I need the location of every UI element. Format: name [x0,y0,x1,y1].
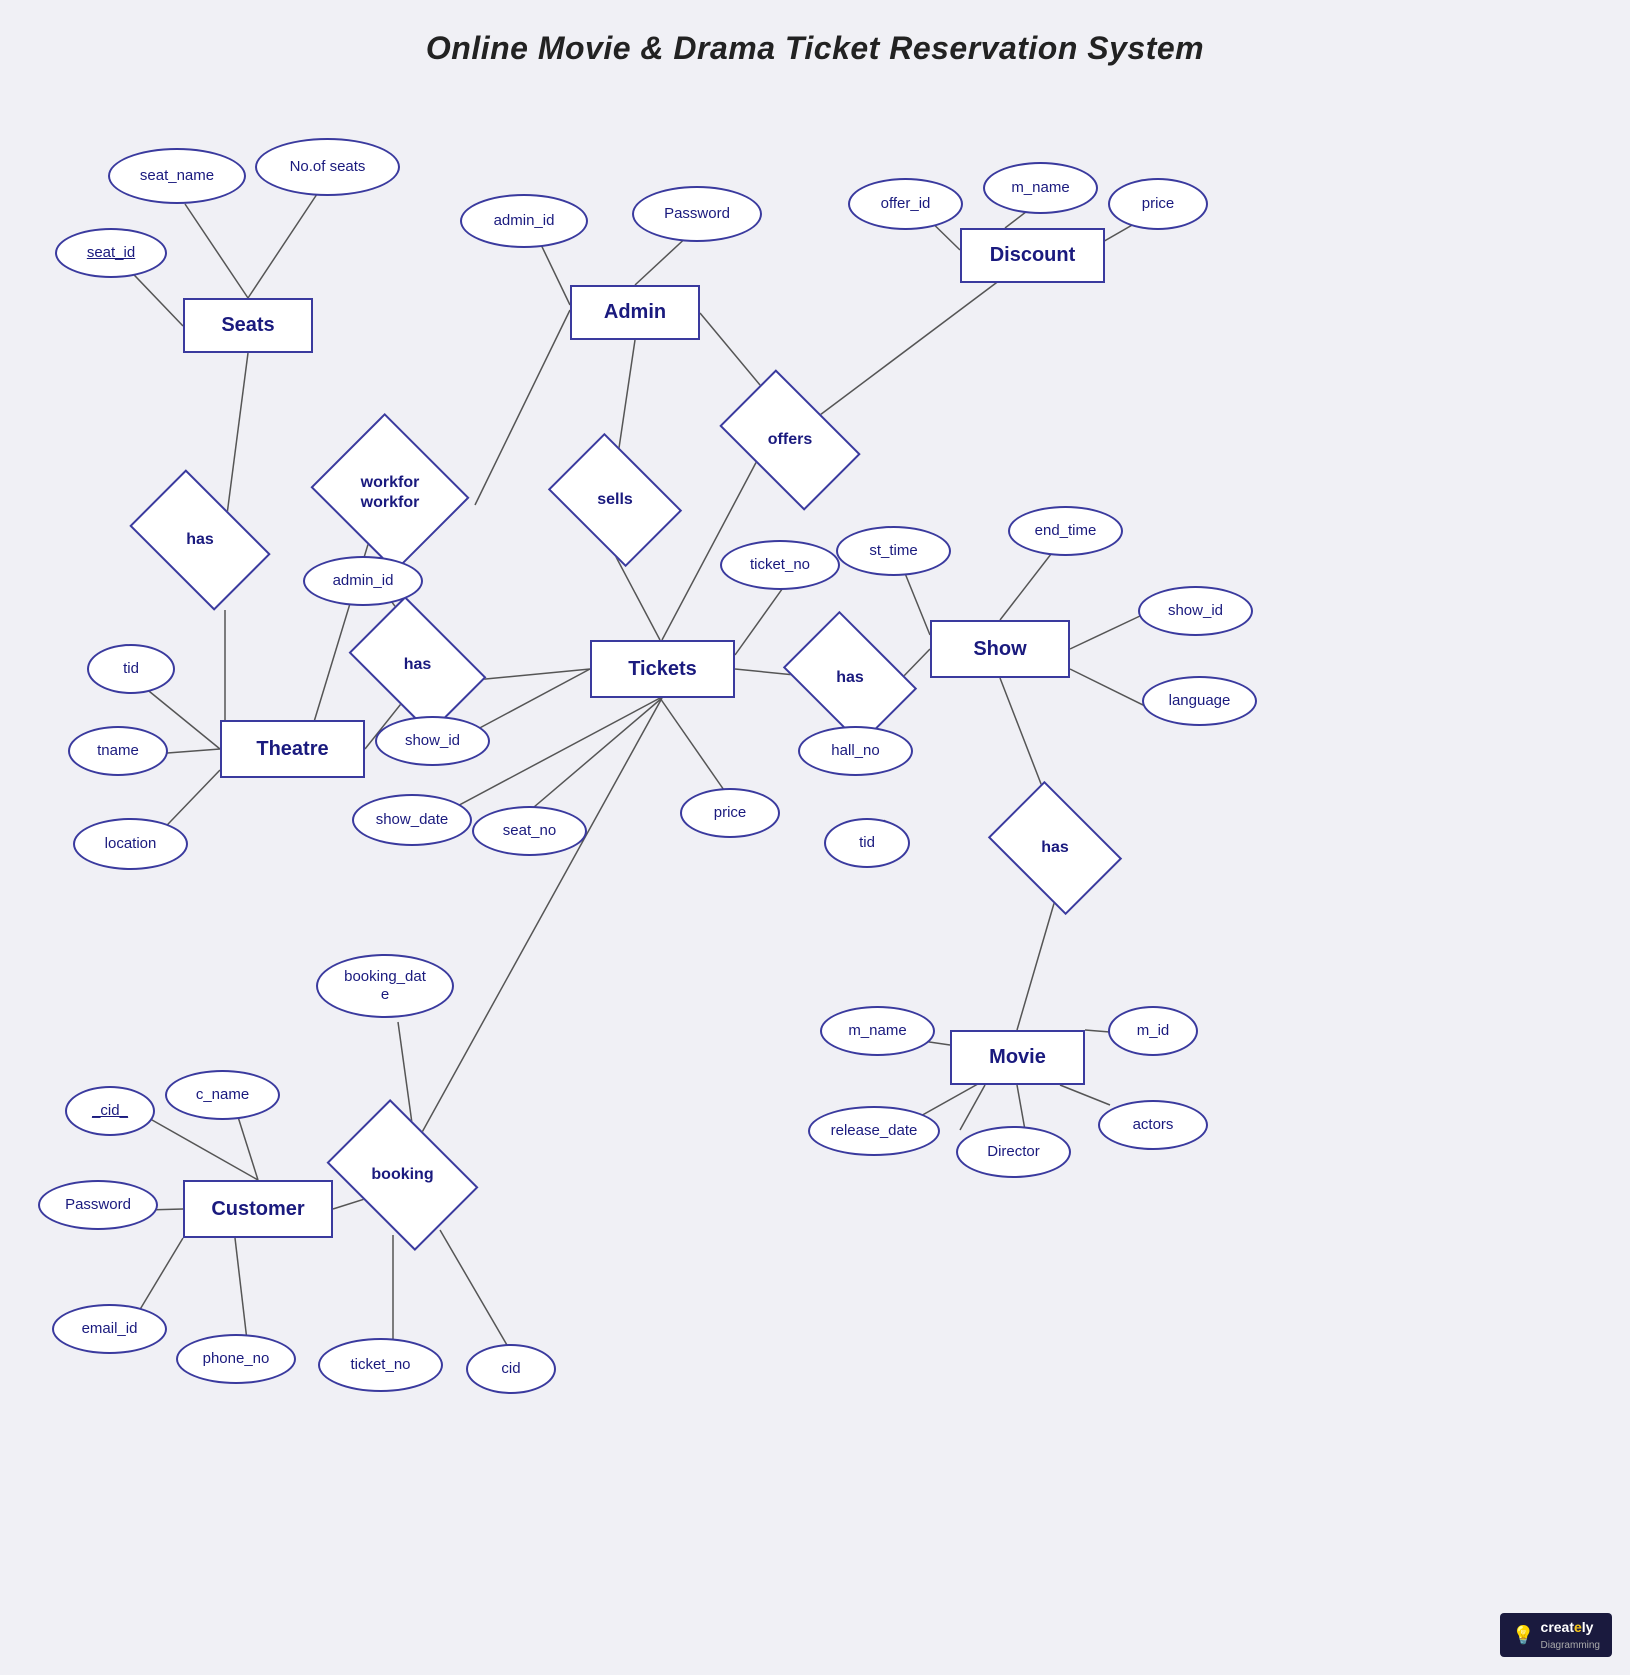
attr-tid2: tid [824,818,910,868]
attr-seat-id: seat_id [55,228,167,278]
attr-admin-id2: admin_id [303,556,423,606]
attr-tname: tname [68,726,168,776]
entity-movie [950,1030,1085,1085]
entity-theatre [220,720,365,778]
attr-c-name: c_name [165,1070,280,1120]
attr-password1: Password [632,186,762,242]
page-title: Online Movie & Drama Ticket Reservation … [0,0,1630,67]
rel-sells-label: sells [597,490,633,509]
rel-booking-label: booking [371,1165,433,1184]
attr-end-time: end_time [1008,506,1123,556]
attr-price2: price [680,788,780,838]
rel-offers: offers [730,400,850,480]
rel-workfor-label: workforworkfor [361,473,420,511]
attr-cid2: cid [466,1344,556,1394]
attr-m-name1: m_name [983,162,1098,214]
rel-has1: has [140,500,260,580]
attr-hall-no: hall_no [798,726,913,776]
entity-show [930,620,1070,678]
attr-m-id: m_id [1108,1006,1198,1056]
attr-phone-no: phone_no [176,1334,296,1384]
attr-email-id: email_id [52,1304,167,1354]
watermark-icon: 💡 [1512,1625,1534,1646]
rel-has2-label: has [404,655,432,674]
attr-language: language [1142,676,1257,726]
entity-admin [570,285,700,340]
attr-cid1: _cid_ [65,1086,155,1136]
attr-ticket-no1: ticket_no [720,540,840,590]
attr-location: location [73,818,188,870]
attr-show-id1: show_id [375,716,490,766]
attr-booking-date: booking_date [316,954,454,1018]
watermark: 💡 createlyDiagramming [1500,1613,1612,1657]
rel-has3-label: has [836,668,864,687]
attr-admin-id1: admin_id [460,194,588,248]
attr-no-of-seats: No.of seats [255,138,400,196]
attr-ticket-no2: ticket_no [318,1338,443,1392]
attr-password2: Password [38,1180,158,1230]
attr-m-name2: m_name [820,1006,935,1056]
diagram-container: Online Movie & Drama Ticket Reservation … [0,0,1630,1675]
rel-has1-label: has [186,530,214,549]
attr-tid1: tid [87,644,175,694]
attr-st-time: st_time [836,526,951,576]
rel-has2: has [360,625,475,705]
attr-show-date: show_date [352,794,472,846]
entity-seats [183,298,313,353]
rel-offers-label: offers [768,430,812,449]
rel-has3: has [795,638,905,718]
entity-tickets [590,640,735,698]
attr-seat-name: seat_name [108,148,246,204]
rel-sells: sells [560,460,670,540]
rel-has4: has [1000,808,1110,888]
attr-offer-id: offer_id [848,178,963,230]
rel-workfor: workforworkfor [330,440,450,545]
attr-price1: price [1108,178,1208,230]
attr-seat-no: seat_no [472,806,587,856]
attr-director: Director [956,1126,1071,1178]
connection-lines [0,0,1630,1675]
attr-release-date: release_date [808,1106,940,1156]
entity-discount [960,228,1105,283]
rel-booking: booking [340,1130,465,1220]
rel-has4-label: has [1041,838,1069,857]
entity-customer [183,1180,333,1238]
watermark-text: createlyDiagramming [1541,1619,1600,1651]
attr-show-id2: show_id [1138,586,1253,636]
attr-actors: actors [1098,1100,1208,1150]
